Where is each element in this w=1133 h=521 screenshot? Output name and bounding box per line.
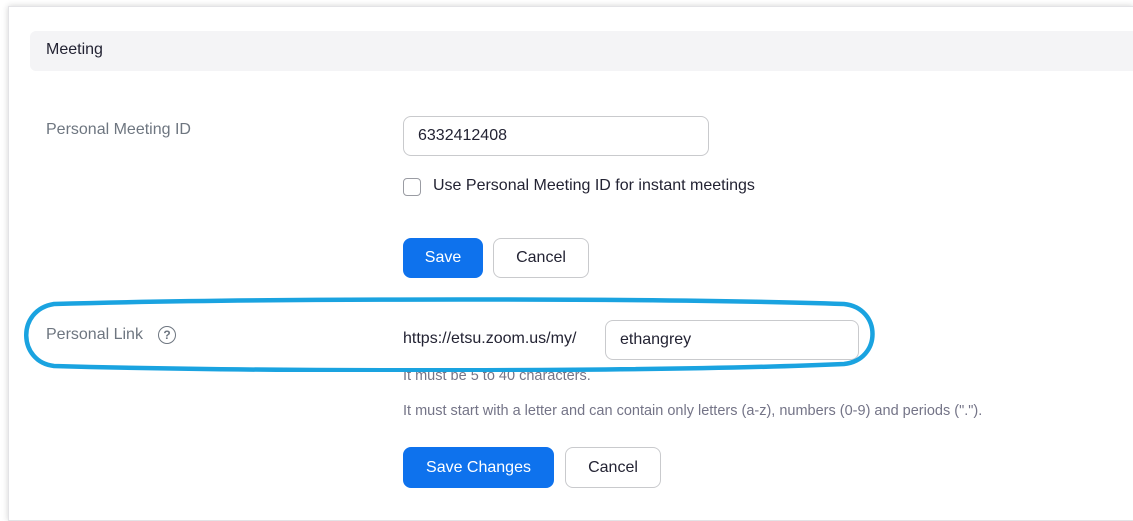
personal-meeting-id-label: Personal Meeting ID — [46, 121, 191, 138]
personal-meeting-id-input[interactable]: 6332412408 — [403, 116, 709, 156]
section-header: Meeting — [30, 31, 1133, 71]
settings-page: Meeting Personal Meeting ID 6332412408 U… — [0, 0, 1133, 521]
personal-link-input[interactable]: ethangrey — [605, 320, 859, 360]
save-changes-button[interactable]: Save Changes — [403, 447, 554, 488]
personal-link-cancel-button[interactable]: Cancel — [565, 447, 661, 488]
save-button[interactable]: Save — [403, 238, 483, 278]
section-title: Meeting — [46, 41, 103, 58]
cancel-button[interactable]: Cancel — [493, 238, 589, 278]
instant-meetings-checkbox-label[interactable]: Use Personal Meeting ID for instant meet… — [433, 177, 755, 195]
personal-link-length-hint: It must be 5 to 40 characters. — [403, 368, 591, 384]
personal-link-url-prefix: https://etsu.zoom.us/my/ — [403, 330, 577, 347]
personal-link-format-hint: It must start with a letter and can cont… — [403, 403, 983, 419]
question-circle-icon[interactable]: ? — [158, 326, 176, 344]
personal-link-label: Personal Link — [46, 326, 143, 343]
instant-meetings-checkbox[interactable] — [403, 178, 421, 196]
